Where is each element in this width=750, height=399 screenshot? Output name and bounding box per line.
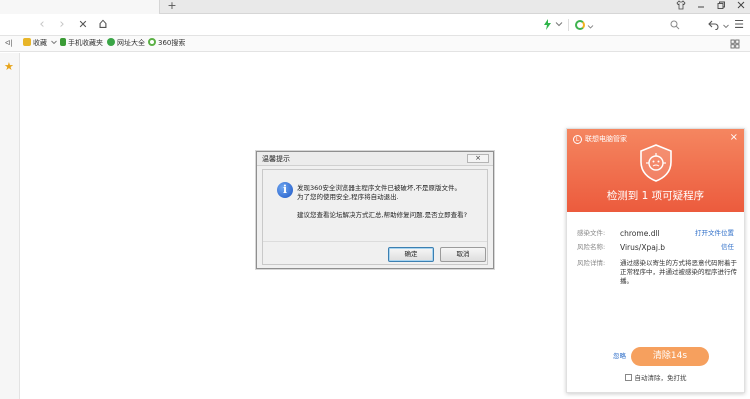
dialog-body: i 发现360安全浏览器主程序文件已被破坏,不是原版文件。 为了您的使用安全,程… bbox=[262, 169, 488, 265]
popup-header: L 联想电脑管家 × 检测到 1 项可疑程序 bbox=[567, 129, 744, 212]
shield-virus-icon bbox=[640, 144, 672, 182]
risk-name-value: Virus/Xpaj.b bbox=[620, 243, 666, 252]
chevron-down-icon[interactable] bbox=[555, 20, 563, 30]
auto-clean-checkbox[interactable] bbox=[624, 374, 632, 381]
chevron-down-icon[interactable] bbox=[723, 22, 729, 31]
risk-detail-text: 通过感染以寄生的方式将恶意代码附着于正常程序中，并通过被感染的程序进行传播。 bbox=[620, 259, 737, 285]
stop-button[interactable]: ✕ bbox=[75, 17, 91, 33]
star-folder-icon bbox=[23, 38, 31, 46]
bookmark-label: 网址大全 bbox=[117, 39, 145, 47]
search-360-icon bbox=[148, 38, 156, 46]
address-divider bbox=[568, 19, 569, 31]
cancel-button[interactable]: 取消 bbox=[440, 247, 486, 262]
bookmark-mobile-favorites[interactable]: 手机收藏夹 bbox=[60, 36, 103, 52]
tab-strip: + bbox=[0, 0, 750, 14]
grid-icon[interactable] bbox=[730, 39, 740, 55]
navigation-bar: ‹ › ✕ ⌂ ☰ bbox=[0, 14, 750, 36]
globe-icon bbox=[107, 38, 115, 46]
infected-file-label: 感染文件: bbox=[577, 229, 606, 237]
bookmark-label: 手机收藏夹 bbox=[68, 39, 103, 47]
open-file-location-link[interactable]: 打开文件位置 bbox=[695, 229, 734, 238]
bookmark-360-search[interactable]: 360搜索 bbox=[148, 36, 185, 52]
restore-icon[interactable] bbox=[712, 0, 730, 14]
trust-link[interactable]: 信任 bbox=[721, 243, 734, 252]
dialog-divider bbox=[263, 241, 487, 242]
lenovo-logo-icon: L bbox=[573, 135, 582, 144]
info-icon: i bbox=[277, 182, 293, 198]
dialog-message-line: 发现360安全浏览器主程序文件已被破坏,不是原版文件。 bbox=[297, 184, 461, 192]
phone-icon bbox=[60, 38, 66, 46]
search-box[interactable] bbox=[572, 17, 690, 33]
dialog-question-line: 建议您查看论坛解决方式汇总,帮助修复问题.是否立即查看? bbox=[297, 211, 468, 219]
dialog-title-bar[interactable]: 温馨提示 × bbox=[257, 152, 493, 166]
dialog-title: 温馨提示 bbox=[262, 155, 290, 163]
warning-dialog: 温馨提示 × i 发现360安全浏览器主程序文件已被破坏,不是原版文件。 为了您… bbox=[256, 151, 494, 269]
home-button[interactable]: ⌂ bbox=[95, 17, 111, 33]
new-tab-button[interactable]: + bbox=[166, 0, 178, 14]
clean-button[interactable]: 清除14s bbox=[631, 347, 709, 366]
sidebar: ★ bbox=[0, 53, 20, 399]
address-bar[interactable] bbox=[122, 17, 564, 33]
forward-button[interactable]: › bbox=[54, 17, 70, 33]
risk-name-label: 风险名称: bbox=[577, 243, 606, 251]
ignore-link[interactable]: 忽略 bbox=[613, 352, 626, 361]
search-engine-icon[interactable] bbox=[575, 20, 585, 30]
risk-detail-label: 风险详情: bbox=[577, 259, 606, 267]
sidebar-toggle-button[interactable]: ᐊ| bbox=[5, 36, 13, 52]
undo-icon[interactable] bbox=[708, 19, 720, 32]
auto-clean-label: 自动清除，免打扰 bbox=[634, 374, 687, 382]
dialog-message-line: 为了您的使用安全,程序将自动退出. bbox=[297, 193, 399, 201]
back-button[interactable]: ‹ bbox=[34, 17, 50, 33]
bookmark-label: 360搜索 bbox=[158, 39, 186, 47]
dialog-close-button[interactable]: × bbox=[467, 154, 489, 163]
bookmarks-bar: ᐊ| 收藏 手机收藏夹 网址大全 360搜索 bbox=[0, 36, 750, 52]
menu-button[interactable]: ☰ bbox=[731, 17, 747, 33]
bookmark-site-directory[interactable]: 网址大全 bbox=[107, 36, 145, 52]
close-icon[interactable] bbox=[732, 0, 750, 14]
shirt-icon[interactable] bbox=[672, 0, 690, 14]
search-icon[interactable] bbox=[670, 20, 680, 32]
minimize-icon[interactable] bbox=[692, 0, 710, 14]
popup-brand: 联想电脑管家 bbox=[585, 135, 627, 143]
ok-button[interactable]: 确定 bbox=[388, 247, 434, 262]
security-alert-popup: L 联想电脑管家 × 检测到 1 项可疑程序 感染文件: chrome.dll … bbox=[566, 128, 745, 393]
browser-tab[interactable] bbox=[0, 0, 160, 14]
chevron-down-icon[interactable] bbox=[587, 23, 594, 32]
popup-close-button[interactable]: × bbox=[730, 132, 738, 144]
bookmark-favorites[interactable]: 收藏 bbox=[23, 36, 58, 52]
infected-file-value: chrome.dll bbox=[620, 229, 660, 238]
chevron-down-icon bbox=[51, 40, 58, 45]
popup-title: 检测到 1 项可疑程序 bbox=[606, 190, 705, 202]
auto-clean-option[interactable]: 自动清除，免打扰 bbox=[567, 374, 744, 383]
favorites-star-icon[interactable]: ★ bbox=[4, 61, 14, 73]
bookmark-label: 收藏 bbox=[33, 39, 47, 47]
lightning-icon[interactable] bbox=[543, 19, 552, 32]
